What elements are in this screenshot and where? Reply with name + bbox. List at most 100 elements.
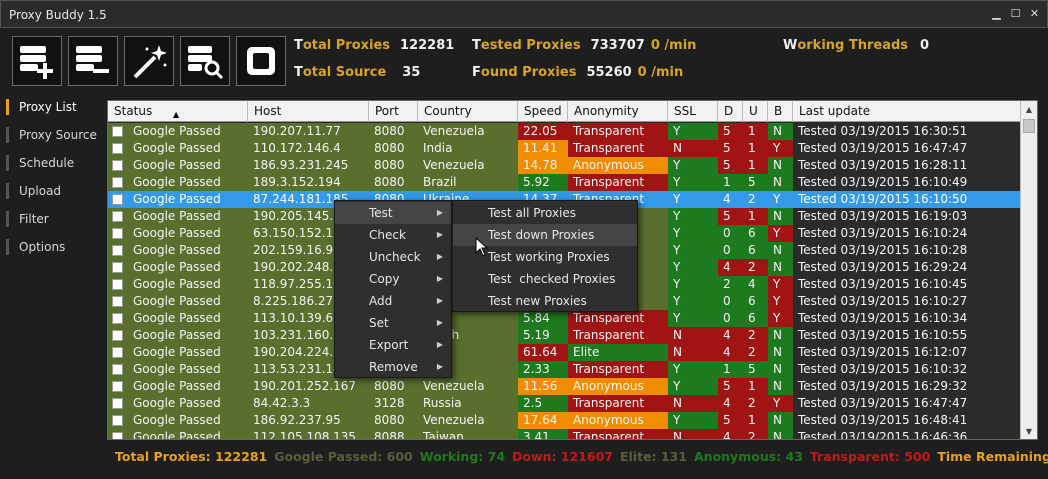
column-header-port[interactable]: Port (369, 101, 418, 122)
cell-country: Venezuela (418, 378, 518, 395)
cell-u: 2 (743, 395, 768, 412)
scrollbar-thumb[interactable] (1023, 119, 1035, 133)
menu-item-set[interactable]: Set ▶ (335, 312, 451, 334)
submenu-item-test-checked[interactable]: Test checked Proxies (453, 268, 637, 290)
column-header-speed[interactable]: Speed (518, 101, 568, 122)
row-checkbox[interactable] (112, 228, 123, 239)
cell-u: 2 (743, 259, 768, 276)
table-row[interactable]: Google Passed113.10.139.66Kong5.84Transp… (108, 310, 1022, 327)
cell-port: 3128 (369, 395, 418, 412)
column-header-status[interactable]: Status ▲ (108, 101, 248, 122)
table-row[interactable]: Google Passed 190.207.11.77 8080 Venezuela 2… (108, 123, 1022, 140)
column-header-last-update[interactable]: Last update (793, 101, 1022, 122)
row-checkbox[interactable] (112, 364, 123, 375)
row-checkbox[interactable] (112, 296, 123, 307)
add-list-icon (20, 46, 53, 79)
menu-item-uncheck[interactable]: Uncheck ▶ (335, 246, 451, 268)
cell-d: 4 (718, 259, 743, 276)
sidebar-item-upload[interactable]: Upload (6, 180, 104, 202)
column-header-d[interactable]: D (718, 101, 743, 122)
cell-anon: Transparent (568, 123, 668, 140)
cell-ssl: N (668, 344, 718, 361)
column-header-ssl[interactable]: SSL (668, 101, 718, 122)
row-checkbox[interactable] (112, 160, 123, 171)
cell-text: Google Passed (133, 396, 221, 410)
cell-text: Google Passed (133, 311, 221, 325)
scroll-up-icon[interactable]: ▲ (1021, 101, 1037, 117)
row-checkbox[interactable] (112, 143, 123, 154)
row-checkbox[interactable] (112, 177, 123, 188)
column-header-u[interactable]: U (743, 101, 768, 122)
row-checkbox[interactable] (112, 381, 123, 392)
row-checkbox[interactable] (112, 432, 123, 439)
sidebar-item-schedule[interactable]: Schedule (6, 152, 104, 174)
magic-wand-button[interactable] (124, 36, 174, 86)
cell-ssl: Y (668, 361, 718, 378)
sidebar-item-proxy-list[interactable]: Proxy List (6, 96, 104, 118)
minimize-icon[interactable]: ▁ (990, 7, 1003, 20)
cell-status: Google Passed (108, 123, 248, 140)
cell-text: Google Passed (133, 192, 221, 206)
cell-u: 1 (743, 123, 768, 140)
cell-text: Google Passed (133, 141, 221, 155)
add-list-button[interactable] (12, 36, 62, 86)
status-elite: Elite: 131 (619, 448, 687, 464)
row-checkbox[interactable] (112, 262, 123, 273)
menu-item-add[interactable]: Add ▶ (335, 290, 451, 312)
table-header: Status ▲ Host Port Country Speed Anonymit… (108, 101, 1022, 122)
maximize-icon[interactable]: ☐ (1009, 7, 1022, 20)
cell-b: Y (768, 140, 793, 157)
cell-last: Tested 03/19/2015 16:12:07 (793, 344, 1022, 361)
row-checkbox[interactable] (112, 313, 123, 324)
table-row[interactable]: Google Passed 186.93.231.245 8080 Venezuela… (108, 157, 1022, 174)
row-checkbox[interactable] (112, 245, 123, 256)
scroll-down-icon[interactable]: ▼ (1021, 423, 1037, 439)
sidebar-item-filter[interactable]: Filter (6, 208, 104, 230)
cell-anon: Transparent (568, 361, 668, 378)
submenu-item-test-all[interactable]: Test all Proxies (453, 202, 637, 224)
table-row[interactable]: Google Passed 189.3.152.194 8080 Brazil 5.92… (108, 174, 1022, 191)
column-header-country[interactable]: Country (418, 101, 518, 122)
cell-anon: Anonymous (568, 157, 668, 174)
table-row[interactable]: Google Passed 84.42.3.3 3128 Russia 2.5 Trans… (108, 395, 1022, 412)
search-list-button[interactable] (180, 36, 230, 86)
row-checkbox[interactable] (112, 398, 123, 409)
row-checkbox[interactable] (112, 347, 123, 358)
cell-ssl: Y (668, 276, 718, 293)
column-header-b[interactable]: B (768, 101, 793, 122)
vertical-scrollbar[interactable]: ▲ ▼ (1020, 101, 1037, 439)
table-row[interactable]: Google Passed 110.172.146.4 8080 India 11.41… (108, 140, 1022, 157)
remove-list-button[interactable] (68, 36, 118, 86)
row-checkbox[interactable] (112, 415, 123, 426)
search-list-icon (188, 46, 224, 80)
submenu-item-test-new[interactable]: Test new Proxies (453, 290, 637, 312)
column-header-host[interactable]: Host (248, 101, 369, 122)
cell-speed: 5.84 (518, 310, 568, 327)
status-bar: Total Proxies: 122281 Google Passed: 600… (107, 444, 1048, 468)
table-row[interactable]: Google Passed190.204.224.2uela61.64Elite… (108, 344, 1022, 361)
row-checkbox[interactable] (112, 330, 123, 341)
sidebar-item-options[interactable]: Options (6, 236, 104, 258)
row-checkbox[interactable] (112, 211, 123, 222)
sidebar-item-proxy-source[interactable]: Proxy Source (6, 124, 104, 146)
row-checkbox[interactable] (112, 194, 123, 205)
table-row[interactable]: Google Passed113.53.231.14nd2.33Transpar… (108, 361, 1022, 378)
menu-item-test[interactable]: Test ▶ (335, 202, 451, 224)
cell-ssl: Y (668, 242, 718, 259)
table-row[interactable]: Google Passed 186.92.237.95 8080 Venezuela 1… (108, 412, 1022, 429)
menu-item-check[interactable]: Check ▶ (335, 224, 451, 246)
menu-item-copy[interactable]: Copy ▶ (335, 268, 451, 290)
table-row[interactable]: Google Passed 112.105.108.135 8088 Taiwan 3.… (108, 429, 1022, 439)
menu-item-export[interactable]: Export ▶ (335, 334, 451, 356)
table-row[interactable]: Google Passed103.231.160.2adesh5.19Trans… (108, 327, 1022, 344)
cell-text: Google Passed (133, 175, 221, 189)
cell-host: 186.93.231.245 (248, 157, 369, 174)
stop-button[interactable] (236, 36, 286, 86)
menu-item-remove[interactable]: Remove ▶ (335, 356, 451, 378)
table-row[interactable]: Google Passed 190.201.252.167 8080 Venezuel… (108, 378, 1022, 395)
row-checkbox[interactable] (112, 126, 123, 137)
cell-last: Tested 03/19/2015 16:10:45 (793, 276, 1022, 293)
column-header-anonymity[interactable]: Anonymity (568, 101, 668, 122)
row-checkbox[interactable] (112, 279, 123, 290)
close-icon[interactable]: ✕ (1028, 7, 1041, 20)
